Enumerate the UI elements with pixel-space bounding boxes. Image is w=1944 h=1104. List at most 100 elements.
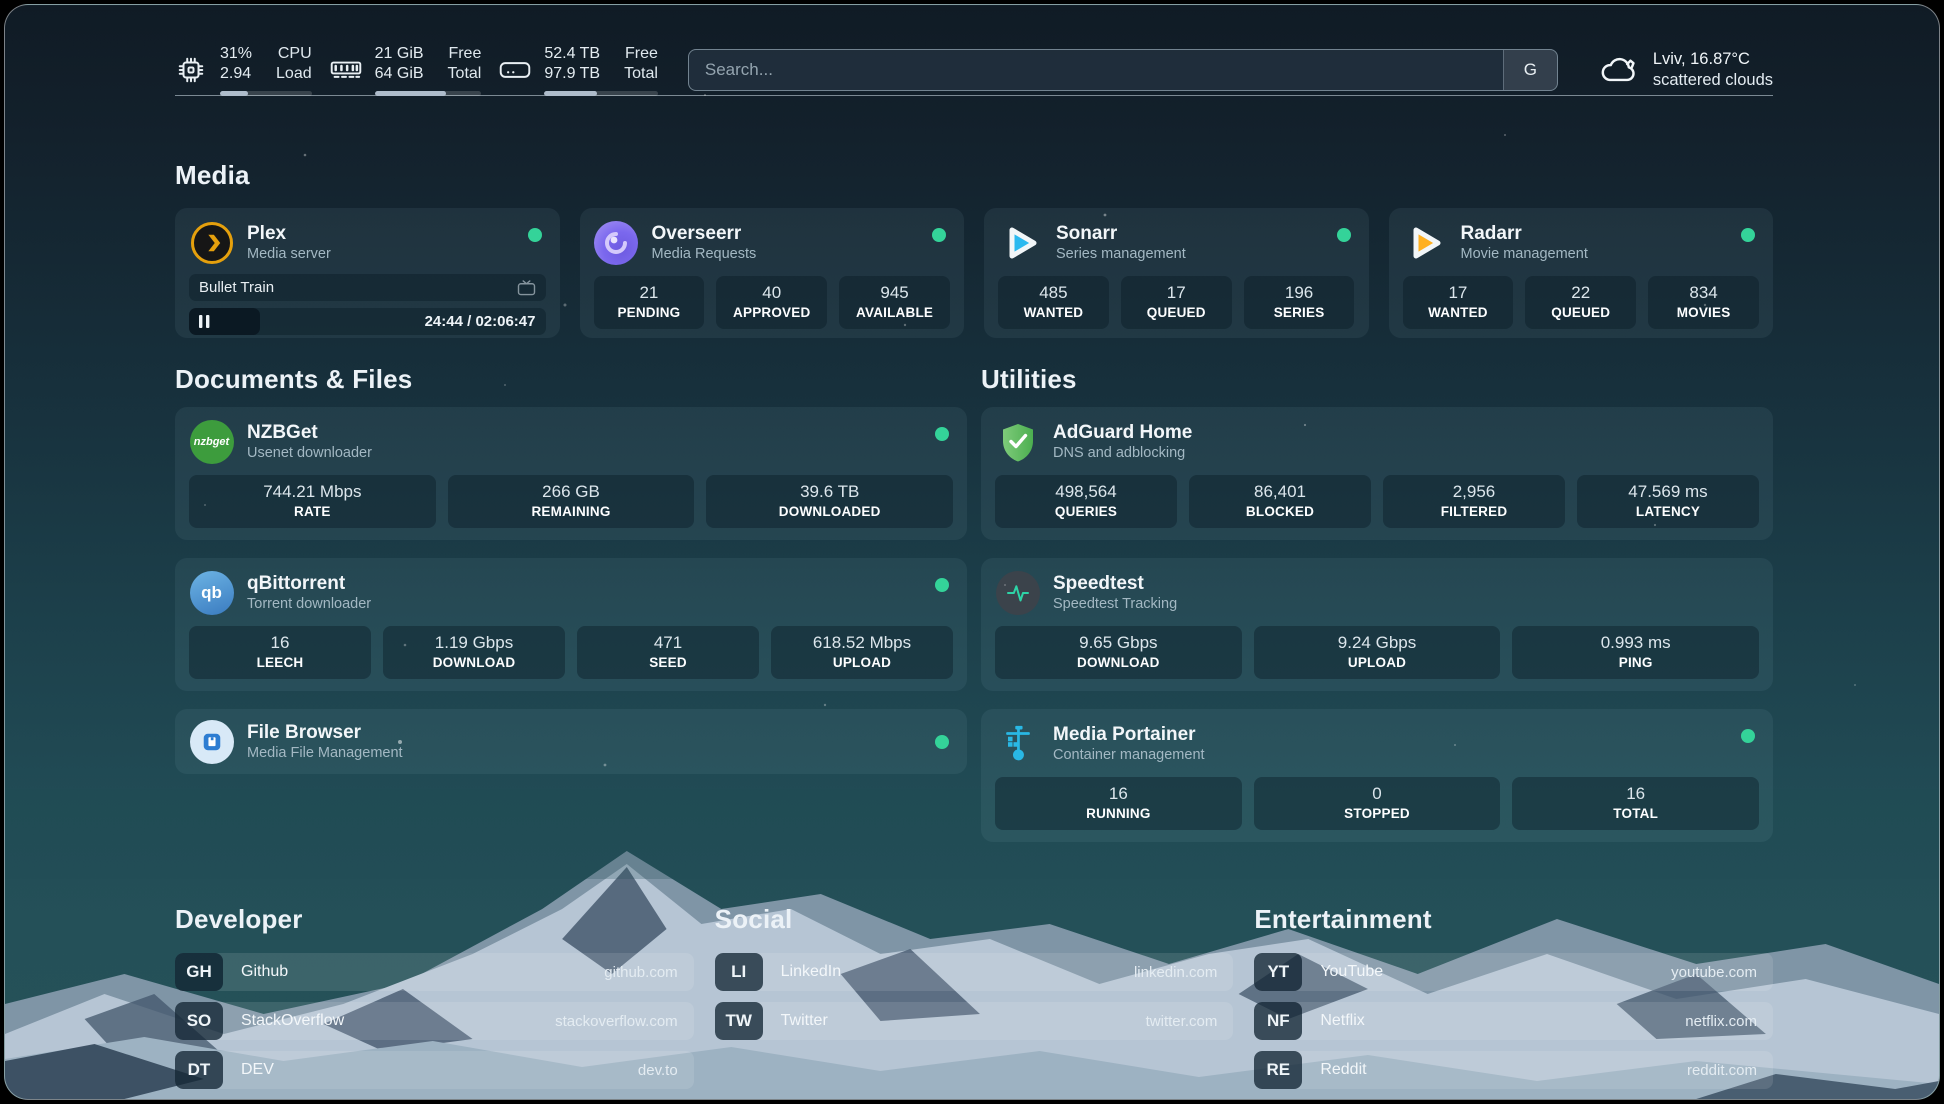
playback-progress-bar[interactable]: 24:44 / 02:06:47	[189, 308, 546, 335]
app-card-overseerr[interactable]: Overseerr Media Requests 21 PENDING 40 A…	[580, 208, 965, 338]
bookmark-reddit[interactable]: RE Reddit reddit.com	[1254, 1051, 1773, 1089]
app-card-filebrowser[interactable]: File Browser Media File Management	[175, 709, 967, 774]
bookmark-github[interactable]: GH Github github.com	[175, 953, 694, 991]
bookmark-abbr: GH	[175, 953, 223, 991]
bookmark-twitter[interactable]: TW Twitter twitter.com	[715, 1002, 1234, 1040]
stat-box: 40 APPROVED	[716, 276, 827, 329]
stat-label: QUERIES	[998, 504, 1174, 520]
search-input[interactable]	[689, 50, 1503, 90]
app-description: Series management	[1056, 245, 1186, 263]
stat-box: 196 SERIES	[1244, 276, 1355, 329]
bookmark-url: youtube.com	[1671, 964, 1757, 981]
app-card-adguard[interactable]: AdGuard Home DNS and adblocking 498,564 …	[981, 407, 1773, 540]
bookmark-abbr: RE	[1254, 1051, 1302, 1089]
stat-label: UPLOAD	[1257, 655, 1498, 671]
stat-box: 471 SEED	[577, 626, 759, 679]
bookmark-name: StackOverflow	[241, 1012, 344, 1030]
bookmark-abbr: TW	[715, 1002, 763, 1040]
app-card-speedtest[interactable]: Speedtest Speedtest Tracking 9.65 Gbps D…	[981, 558, 1773, 691]
bookmark-linkedin[interactable]: LI LinkedIn linkedin.com	[715, 953, 1234, 991]
section-title-utilities: Utilities	[981, 364, 1773, 395]
status-online-dot	[932, 228, 946, 242]
status-online-dot	[1741, 729, 1755, 743]
stat-label: RATE	[192, 504, 433, 520]
app-description: DNS and adblocking	[1053, 444, 1192, 462]
weather-widget[interactable]: Lviv, 16.87°C scattered clouds	[1598, 49, 1773, 91]
bookmark-dev[interactable]: DT DEV dev.to	[175, 1051, 694, 1089]
stat-box: 485 WANTED	[998, 276, 1109, 329]
cpu-usage-value: 31%	[220, 44, 252, 64]
bookmark-name: Github	[241, 963, 288, 981]
stat-label: RUNNING	[998, 806, 1239, 822]
bookmark-url: netflix.com	[1685, 1013, 1757, 1030]
stat-value: 9.65 Gbps	[998, 632, 1239, 653]
app-name: qBittorrent	[247, 572, 371, 595]
bookmark-name: YouTube	[1320, 963, 1383, 981]
app-name: Media Portainer	[1053, 723, 1205, 746]
memory-metric: 21 GiB 64 GiB Free Total	[330, 44, 482, 96]
nzbget-icon: nzbget	[189, 419, 234, 464]
stat-label: LATENCY	[1580, 504, 1756, 520]
stat-box: 16 TOTAL	[1512, 777, 1759, 830]
disk-progress-bar	[544, 91, 658, 96]
weather-location-temp: Lviv, 16.87°C	[1653, 49, 1773, 70]
app-card-sonarr[interactable]: Sonarr Series management 485 WANTED 17 Q…	[984, 208, 1369, 338]
cpu-label-top: CPU	[278, 44, 312, 64]
stat-box: 945 AVAILABLE	[839, 276, 950, 329]
stat-label: FILTERED	[1386, 504, 1562, 520]
app-description: Media server	[247, 245, 331, 263]
bookmark-youtube[interactable]: YT YouTube youtube.com	[1254, 953, 1773, 991]
stat-value: 1.19 Gbps	[386, 632, 562, 653]
search-engine-button[interactable]: G	[1503, 50, 1557, 90]
status-online-dot	[935, 578, 949, 592]
bookmark-url: github.com	[604, 964, 677, 981]
stat-value: 834	[1651, 282, 1756, 303]
status-online-dot	[1337, 228, 1351, 242]
stat-box: 16 LEECH	[189, 626, 371, 679]
stat-value: 16	[998, 783, 1239, 804]
app-name: Plex	[247, 222, 331, 245]
stat-label: PENDING	[597, 305, 702, 321]
screen-icon	[517, 280, 536, 296]
cpu-label-bottom: Load	[276, 64, 312, 84]
bookmark-abbr: DT	[175, 1051, 223, 1089]
stat-value: 17	[1124, 282, 1229, 303]
stat-value: 0	[1257, 783, 1498, 804]
bookmark-stackoverflow[interactable]: SO StackOverflow stackoverflow.com	[175, 1002, 694, 1040]
cpu-load-value: 2.94	[220, 64, 252, 84]
stat-label: AVAILABLE	[842, 305, 947, 321]
stat-box: 744.21 Mbps RATE	[189, 475, 436, 528]
status-online-dot	[1741, 228, 1755, 242]
cpu-metric: 31% 2.94 CPU Load	[175, 44, 312, 96]
utilities-column: Utilities AdGuard Home	[981, 364, 1773, 842]
bookmark-netflix[interactable]: NF Netflix netflix.com	[1254, 1002, 1773, 1040]
app-description: Container management	[1053, 746, 1205, 764]
stat-value: 16	[192, 632, 368, 653]
app-card-nzbget[interactable]: nzbget NZBGet Usenet downloader 744.21 M…	[175, 407, 967, 540]
app-card-portainer[interactable]: Media Portainer Container management 16 …	[981, 709, 1773, 842]
stat-box: 47.569 ms LATENCY	[1577, 475, 1759, 528]
bookmark-url: dev.to	[638, 1062, 678, 1079]
now-playing-title: Bullet Train	[199, 279, 274, 296]
stat-value: 471	[580, 632, 756, 653]
stat-label: MOVIES	[1651, 305, 1756, 321]
app-card-qbittorrent[interactable]: qb qBittorrent Torrent downloader 16 LEE…	[175, 558, 967, 691]
stat-box: 39.6 TB DOWNLOADED	[706, 475, 953, 528]
app-card-radarr[interactable]: Radarr Movie management 17 WANTED 22 QUE…	[1389, 208, 1774, 338]
stat-box: 0.993 ms PING	[1512, 626, 1759, 679]
stat-value: 17	[1406, 282, 1511, 303]
stat-label: REMAINING	[451, 504, 692, 520]
stat-box: 834 MOVIES	[1648, 276, 1759, 329]
radarr-icon	[1403, 220, 1448, 265]
bookmark-abbr: SO	[175, 1002, 223, 1040]
bookmark-group-developer: Developer GH Github github.com SO StackO…	[175, 904, 694, 1100]
bookmarks-grid: Developer GH Github github.com SO StackO…	[175, 904, 1773, 1100]
storage-metric: 52.4 TB 97.9 TB Free Total	[499, 44, 658, 96]
disk-total-value: 97.9 TB	[544, 64, 600, 84]
stat-box: 1.19 Gbps DOWNLOAD	[383, 626, 565, 679]
app-card-plex[interactable]: Plex Media server Bullet Train	[175, 208, 560, 338]
speedtest-icon	[995, 570, 1040, 615]
stat-box: 17 WANTED	[1403, 276, 1514, 329]
bookmark-url: linkedin.com	[1134, 964, 1217, 981]
stat-label: SERIES	[1247, 305, 1352, 321]
